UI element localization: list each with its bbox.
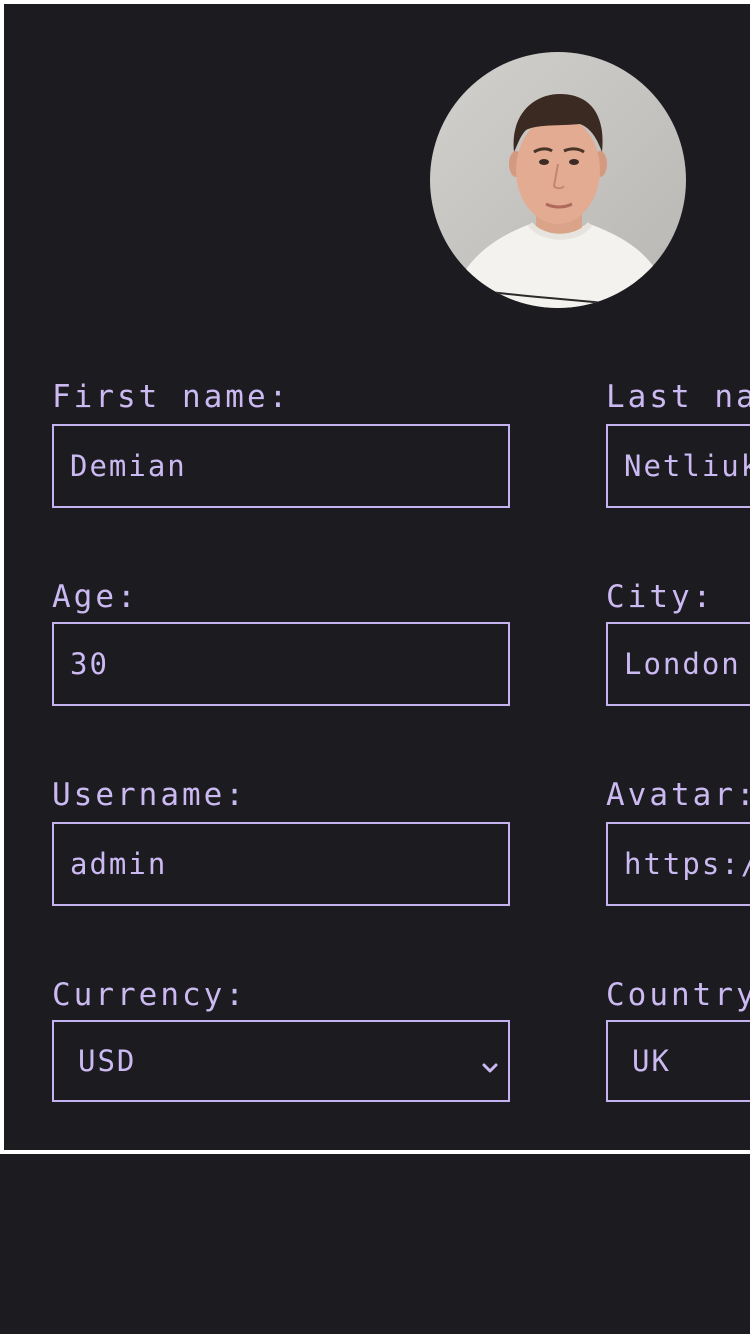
chevron-down-icon bbox=[480, 1051, 500, 1073]
currency-value: USD bbox=[78, 1044, 137, 1078]
first-name-label: First name: bbox=[52, 379, 291, 415]
empty-background bbox=[0, 1154, 750, 1334]
currency-label: Currency: bbox=[52, 977, 247, 1013]
age-label: Age: bbox=[52, 579, 139, 615]
last-name-label: Last name: bbox=[606, 379, 750, 415]
country-value: UK bbox=[632, 1044, 671, 1078]
profile-form-panel: First name: Last name: Age: City: Userna… bbox=[0, 0, 750, 1154]
city-label: City: bbox=[606, 579, 715, 615]
city-field[interactable] bbox=[606, 622, 750, 706]
username-field[interactable] bbox=[52, 822, 510, 906]
age-field[interactable] bbox=[52, 622, 510, 706]
currency-select[interactable]: USD bbox=[52, 1020, 510, 1102]
avatar-url-field[interactable] bbox=[606, 822, 750, 906]
country-label: Country: bbox=[606, 977, 750, 1013]
username-label: Username: bbox=[52, 777, 247, 813]
first-name-field[interactable] bbox=[52, 424, 510, 508]
avatar bbox=[430, 52, 686, 308]
country-select[interactable]: UK bbox=[606, 1020, 750, 1102]
last-name-field[interactable] bbox=[606, 424, 750, 508]
avatar-url-label: Avatar: bbox=[606, 777, 750, 813]
